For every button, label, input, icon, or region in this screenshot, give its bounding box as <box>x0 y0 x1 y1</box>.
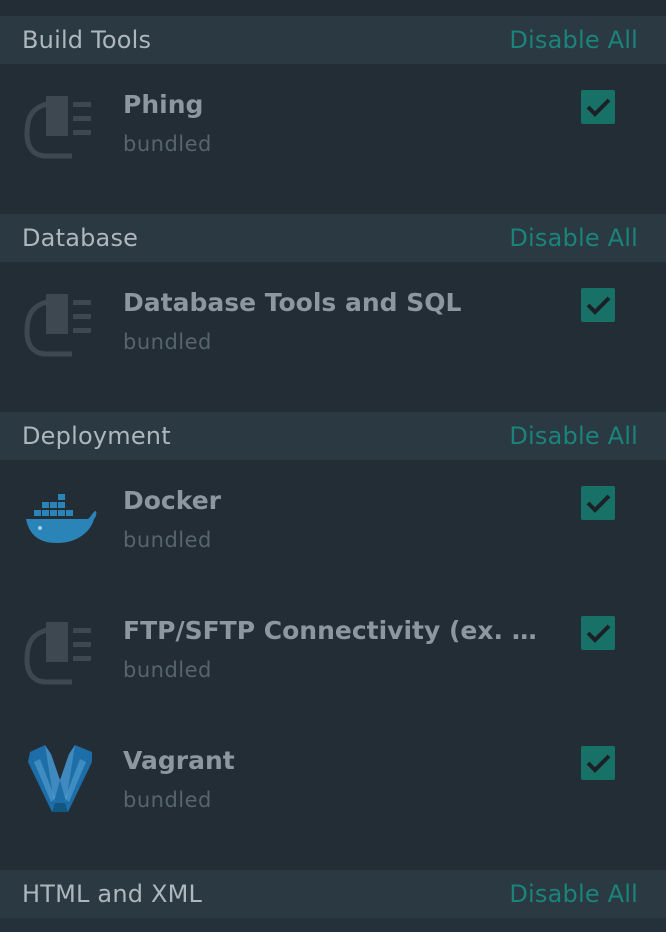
category-title: Deployment <box>22 422 171 450</box>
plugin-name: Database Tools and SQL <box>123 288 462 317</box>
checkmark-icon <box>586 754 611 773</box>
plugin-source: bundled <box>123 330 212 354</box>
disable-all-button[interactable]: Disable All <box>509 224 638 252</box>
plug-icon <box>24 96 91 159</box>
category-header-database: Database Disable All <box>0 214 666 262</box>
plugin-enabled-checkbox[interactable] <box>581 90 615 124</box>
category-title: Build Tools <box>22 26 152 54</box>
checkmark-icon <box>586 624 611 643</box>
plugin-source: bundled <box>123 658 212 682</box>
plugin-row-phing[interactable]: Phing bundled <box>0 64 666 214</box>
plugin-source: bundled <box>123 132 212 156</box>
category-header-build-tools: Build Tools Disable All <box>0 16 666 64</box>
category-header-deployment: Deployment Disable All <box>0 412 666 460</box>
plugin-enabled-checkbox[interactable] <box>581 616 615 650</box>
plugin-source: bundled <box>123 528 212 552</box>
plugin-enabled-checkbox[interactable] <box>581 486 615 520</box>
category-title: Database <box>22 224 139 252</box>
plugin-list: Build Tools Disable All Phing bundled Da… <box>0 0 666 932</box>
plugin-enabled-checkbox[interactable] <box>581 288 615 322</box>
plugin-source: bundled <box>123 788 212 812</box>
disable-all-button[interactable]: Disable All <box>509 26 638 54</box>
plugin-row-database-tools[interactable]: Database Tools and SQL bundled <box>0 262 666 412</box>
checkmark-icon <box>586 296 611 315</box>
plugin-name: Phing <box>123 90 204 119</box>
plugin-row-ftp-sftp[interactable]: FTP/SFTP Connectivity (ex. Re... bundled <box>0 590 666 720</box>
disable-all-button[interactable]: Disable All <box>509 880 638 908</box>
plugin-name: Docker <box>123 486 221 515</box>
plugin-enabled-checkbox[interactable] <box>581 746 615 780</box>
vagrant-logo-icon <box>28 745 92 812</box>
plugin-name: Vagrant <box>123 746 235 775</box>
category-title: HTML and XML <box>22 880 203 908</box>
plug-icon <box>24 622 91 685</box>
category-spacer <box>0 850 666 870</box>
checkmark-icon <box>586 494 611 513</box>
checkmark-icon <box>586 98 611 117</box>
plugin-row-vagrant[interactable]: Vagrant bundled <box>0 720 666 850</box>
disable-all-button[interactable]: Disable All <box>509 422 638 450</box>
plugin-name: FTP/SFTP Connectivity (ex. Re... <box>123 616 543 645</box>
category-header-html-xml: HTML and XML Disable All <box>0 870 666 918</box>
docker-whale-icon <box>26 494 97 543</box>
top-strip <box>0 0 666 16</box>
plugin-row-docker[interactable]: Docker bundled <box>0 460 666 590</box>
plug-icon <box>24 294 91 357</box>
